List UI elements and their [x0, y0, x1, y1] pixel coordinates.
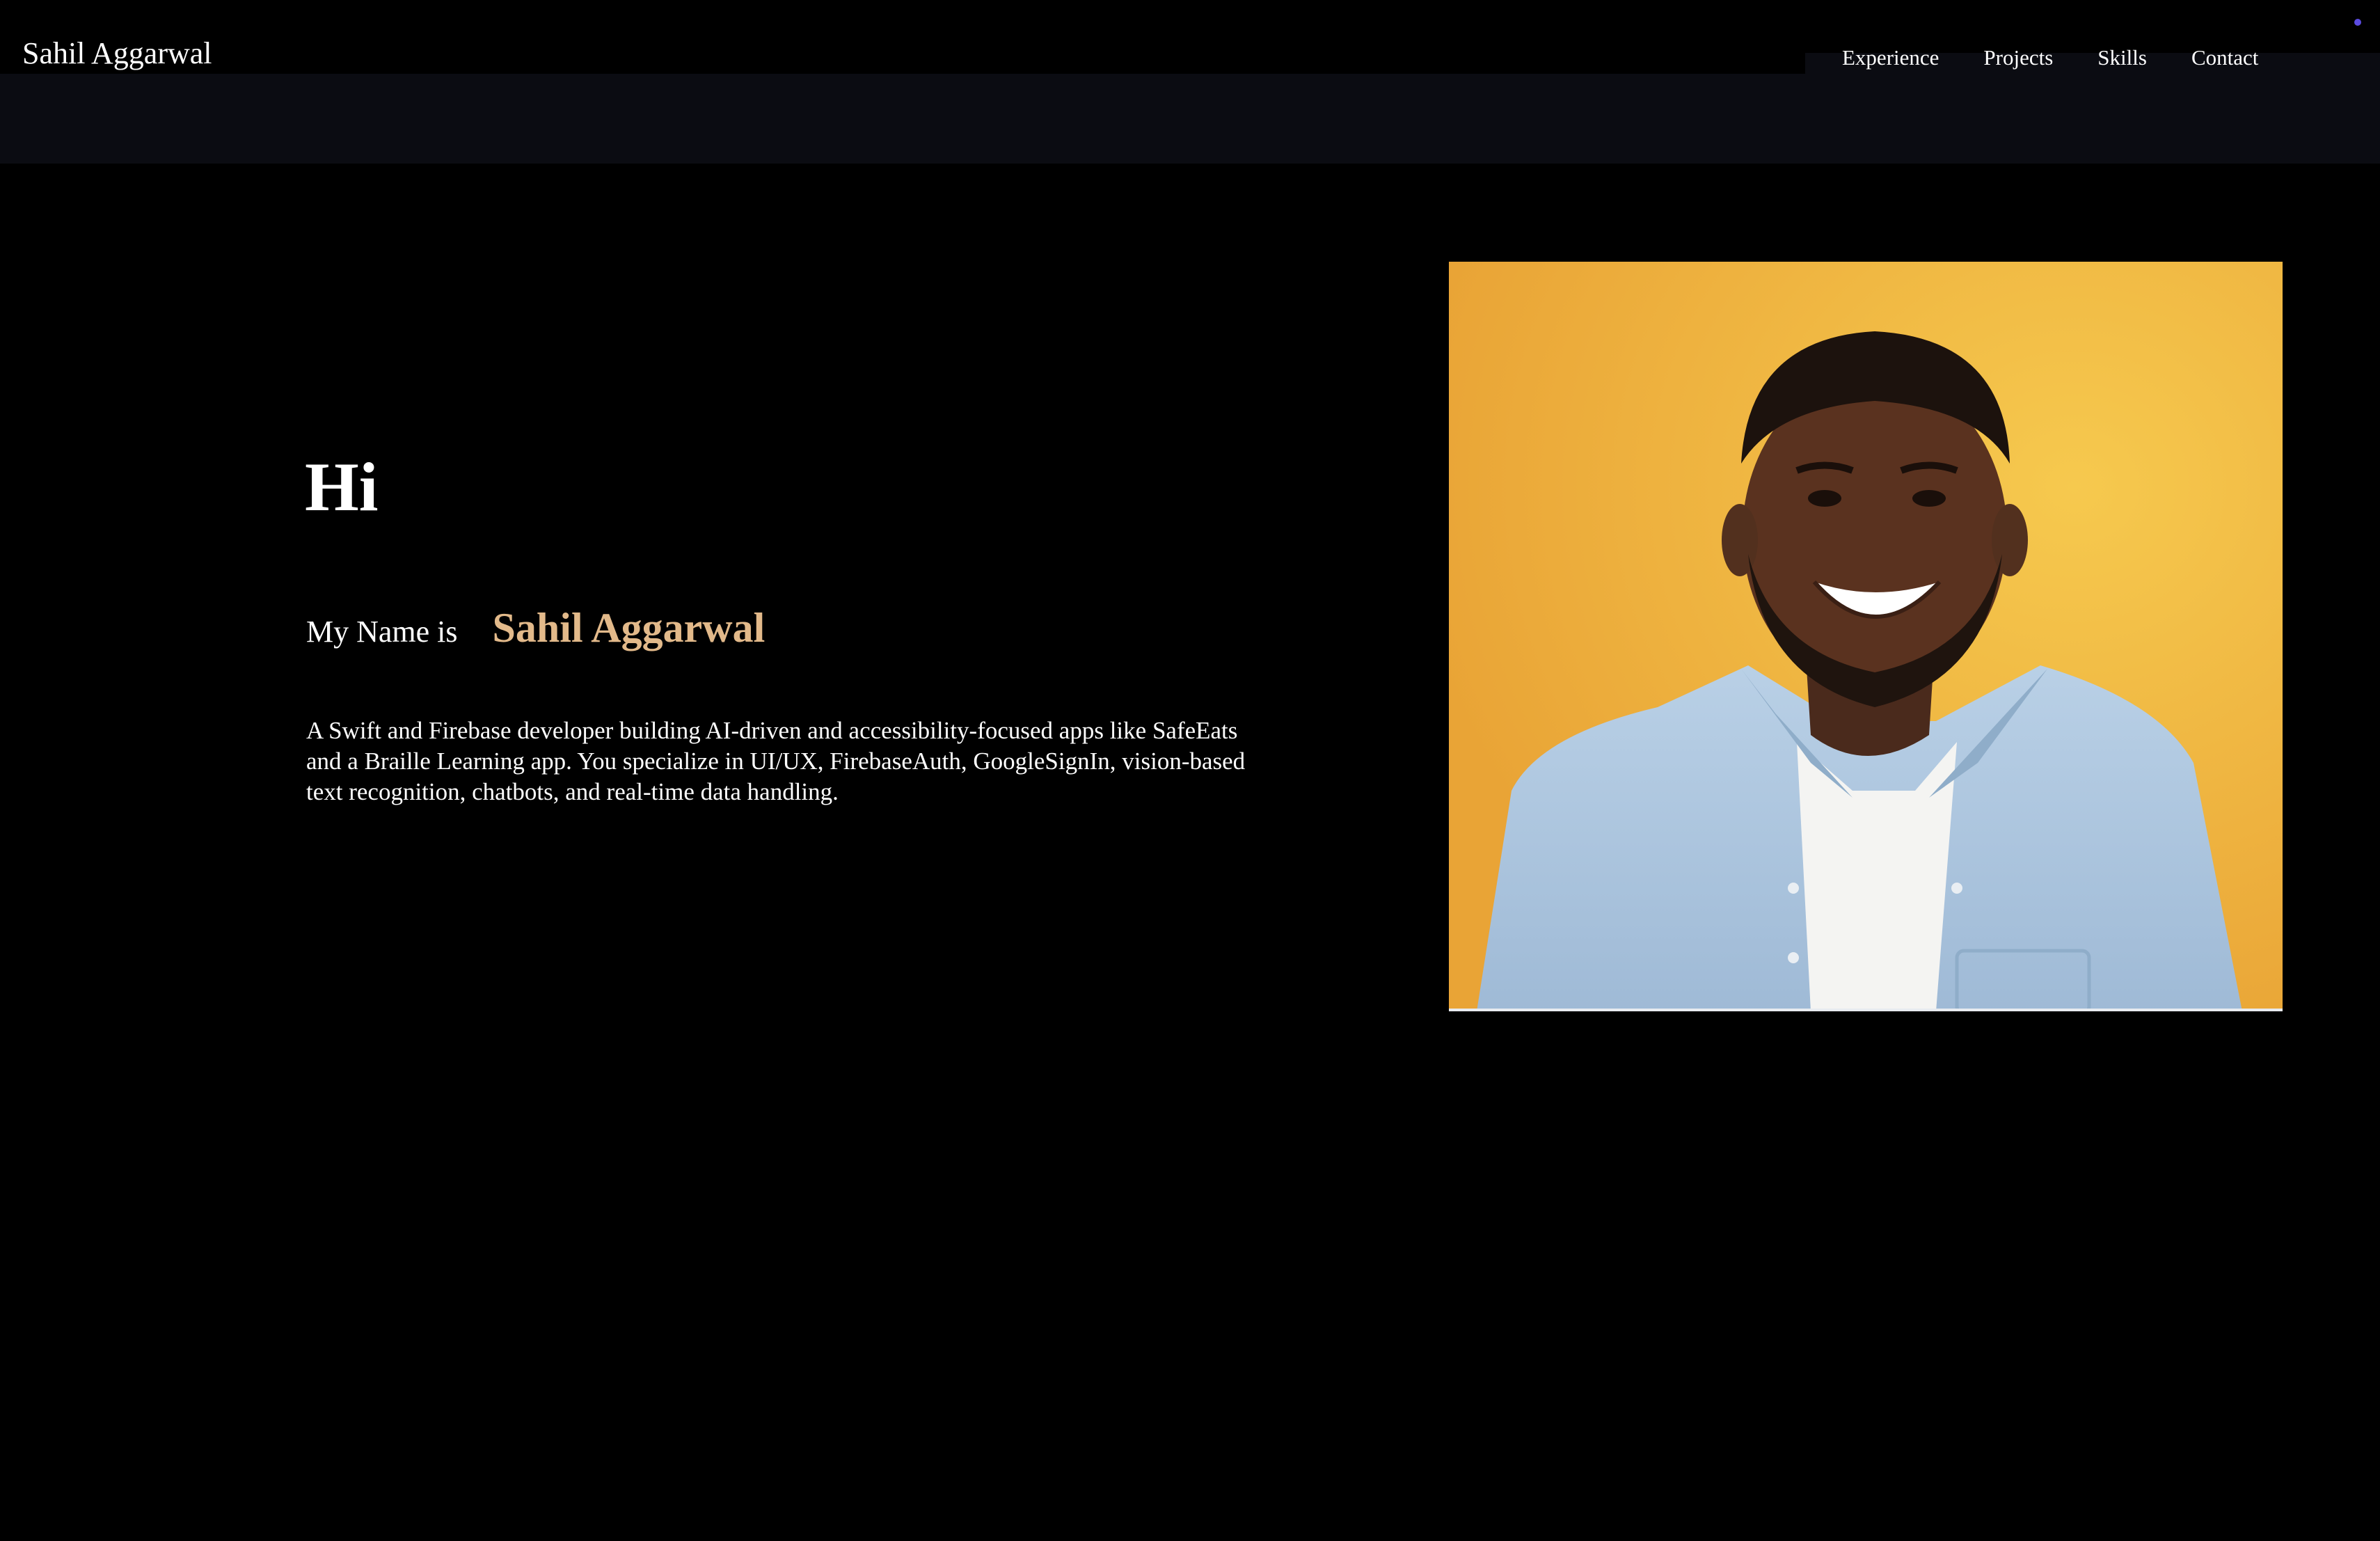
status-dot-icon [2354, 19, 2361, 26]
name-line: My Name is Sahil Aggarwal [306, 604, 765, 660]
nav-link-projects[interactable]: Projects [1983, 41, 2053, 74]
name-prefix: My Name is [306, 615, 458, 649]
hero-greeting: Hi [305, 448, 379, 525]
nav-links: Experience Projects Skills Contact [1842, 40, 2258, 75]
portfolio-page: Sahil Aggarwal Experience Projects Skill… [0, 0, 2380, 1541]
nav-link-experience[interactable]: Experience [1842, 41, 1939, 74]
bio-paragraph: A Swift and Firebase developer building … [306, 717, 1246, 805]
name-highlight: Sahil Aggarwal [492, 605, 765, 651]
profile-portrait-icon [1449, 262, 2283, 1009]
nav-link-skills[interactable]: Skills [2097, 41, 2147, 74]
brand-strip [0, 38, 1805, 74]
brand-name-link[interactable]: Sahil Aggarwal [22, 35, 212, 72]
profile-photo [1449, 262, 2283, 1011]
nav-link-contact[interactable]: Contact [2191, 41, 2258, 74]
